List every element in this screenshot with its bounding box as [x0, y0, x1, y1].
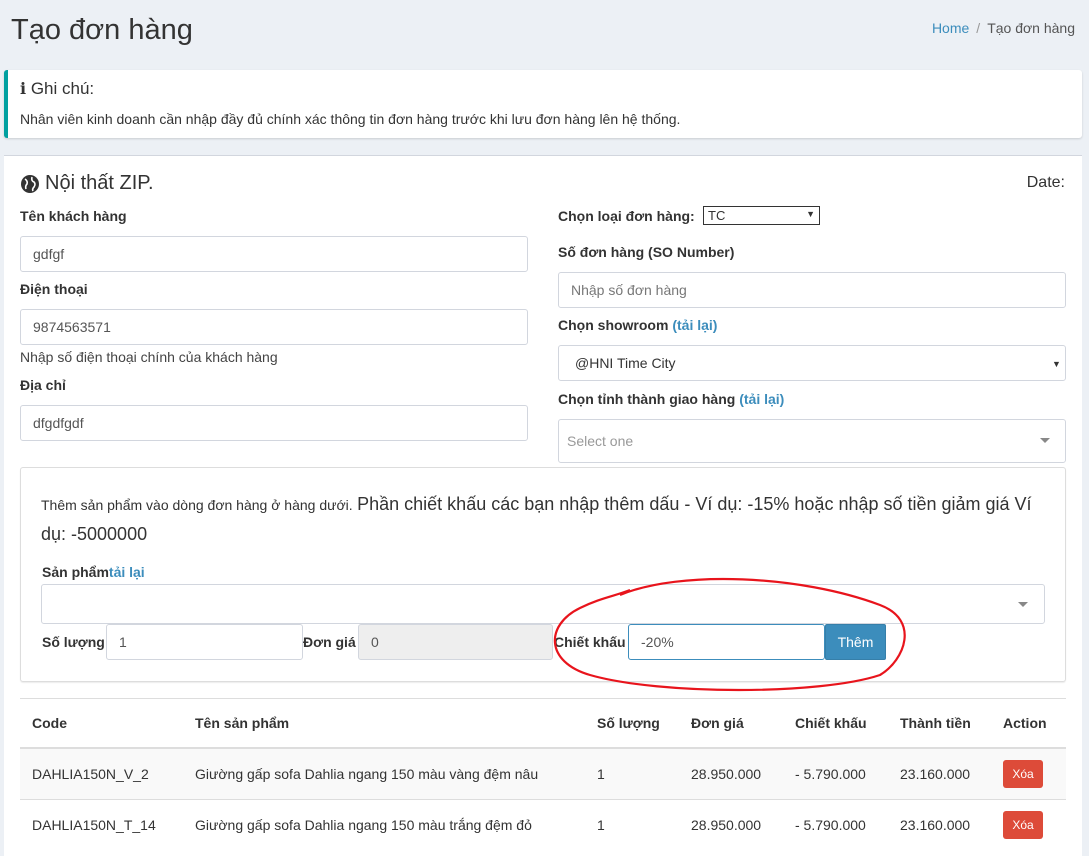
province-placeholder: Select one	[567, 433, 634, 449]
note-callout: i Ghi chú: Nhân viên kinh doanh cần nhập…	[4, 70, 1082, 138]
customer-name-label: Tên khách hàng	[20, 208, 127, 224]
chevron-down-icon	[1040, 438, 1050, 443]
unit-price-input: 0	[358, 624, 553, 660]
discount-label: Chiết khấu	[554, 634, 626, 650]
cell-total: 23.160.000	[888, 799, 991, 850]
so-number-input[interactable]: Nhập số đơn hàng	[558, 272, 1066, 308]
cell-product-name: Giường gấp sofa Dahlia ngang 150 màu vàn…	[183, 747, 585, 800]
info-icon: i	[20, 79, 27, 98]
breadcrumb-home-link[interactable]: Home	[932, 20, 969, 36]
table-row: DAHLIA150N_T_14 Giường gấp sofa Dahlia n…	[20, 799, 1066, 850]
order-type-label: Chọn loại đơn hàng:	[558, 208, 695, 224]
globe-icon	[21, 174, 39, 193]
showroom-select[interactable]: @HNI Time City	[558, 345, 1066, 381]
showroom-value: @HNI Time City	[575, 355, 676, 371]
quantity-label: Số lượng	[42, 634, 105, 650]
table-header-row: Code Tên sản phẩm Số lượng Đơn giá Chiết…	[20, 698, 1066, 749]
note-title: Ghi chú:	[30, 79, 95, 98]
cell-code: DAHLIA150N_T_14	[20, 799, 183, 850]
column-header: Tên sản phẩm	[183, 698, 585, 749]
cell-discount: - 5.790.000	[783, 799, 888, 850]
address-label: Địa chỉ	[20, 377, 66, 393]
phone-label: Điện thoại	[20, 281, 88, 297]
showroom-label: Chọn showroom (tải lại)	[558, 317, 718, 333]
delete-button[interactable]: Xóa	[1003, 811, 1043, 839]
column-header: Chiết khấu	[783, 698, 888, 749]
order-lines-table: Code Tên sản phẩm Số lượng Đơn giá Chiết…	[20, 698, 1066, 850]
page-title: Tạo đơn hàng	[11, 14, 193, 46]
quantity-input[interactable]: 1	[106, 624, 303, 660]
triangle-down-icon: ▼	[806, 209, 815, 219]
breadcrumb-current: Tạo đơn hàng	[987, 20, 1075, 36]
cell-code: DAHLIA150N_V_2	[20, 747, 183, 800]
breadcrumb: Home / Tạo đơn hàng	[932, 20, 1075, 36]
instruction-small: Thêm sản phẩm vào dòng đơn hàng ở hàng d…	[41, 497, 353, 513]
add-product-button[interactable]: Thêm	[825, 624, 886, 660]
cell-unit-price: 28.950.000	[679, 747, 783, 800]
customer-name-input[interactable]: gdfgf	[20, 236, 528, 272]
column-header: Action	[991, 698, 1066, 749]
order-type-select[interactable]: TC ▼	[703, 206, 820, 225]
cell-product-name: Giường gấp sofa Dahlia ngang 150 màu trắ…	[183, 799, 585, 850]
so-number-label: Số đơn hàng (SO Number)	[558, 244, 735, 260]
address-input[interactable]: dfgdfgdf	[20, 405, 528, 441]
province-reload-link[interactable]: (tải lại)	[739, 391, 784, 407]
company-title: Nội thất ZIP.	[20, 172, 154, 195]
cell-total: 23.160.000	[888, 747, 991, 800]
cell-quantity: 1	[585, 799, 679, 850]
order-type-value: TC	[708, 208, 726, 223]
discount-input[interactable]: -20%	[628, 624, 825, 660]
column-header: Thành tiền	[888, 698, 991, 749]
breadcrumb-separator: /	[976, 20, 981, 36]
product-select[interactable]	[41, 584, 1045, 624]
province-label: Chọn tỉnh thành giao hàng (tải lại)	[558, 391, 785, 407]
column-header: Số lượng	[585, 698, 679, 749]
delete-button[interactable]: Xóa	[1003, 760, 1043, 788]
chevron-down-icon	[1018, 602, 1028, 607]
product-label: Sản phẩmtải lại	[42, 564, 145, 580]
company-name: Nội thất ZIP.	[45, 172, 154, 194]
date-label: Date:	[1026, 174, 1065, 191]
cell-unit-price: 28.950.000	[679, 799, 783, 850]
table-row: DAHLIA150N_V_2 Giường gấp sofa Dahlia ng…	[20, 747, 1066, 800]
showroom-reload-link[interactable]: (tải lại)	[672, 317, 717, 333]
product-instruction: Thêm sản phẩm vào dòng đơn hàng ở hàng d…	[41, 490, 1051, 550]
phone-input[interactable]: 9874563571	[20, 309, 528, 345]
note-text: Nhân viên kinh doanh cần nhập đầy đủ chí…	[20, 111, 681, 127]
province-select[interactable]: Select one	[558, 419, 1066, 463]
phone-help-text: Nhập số điện thoại chính của khách hàng	[20, 349, 278, 365]
column-header: Code	[20, 698, 183, 749]
product-reload-link[interactable]: tải lại	[109, 564, 145, 580]
triangle-down-icon: ▼	[1052, 359, 1061, 369]
cell-quantity: 1	[585, 747, 679, 800]
unit-price-label: Đơn giá	[303, 634, 356, 650]
column-header: Đơn giá	[679, 698, 783, 749]
cell-discount: - 5.790.000	[783, 747, 888, 800]
